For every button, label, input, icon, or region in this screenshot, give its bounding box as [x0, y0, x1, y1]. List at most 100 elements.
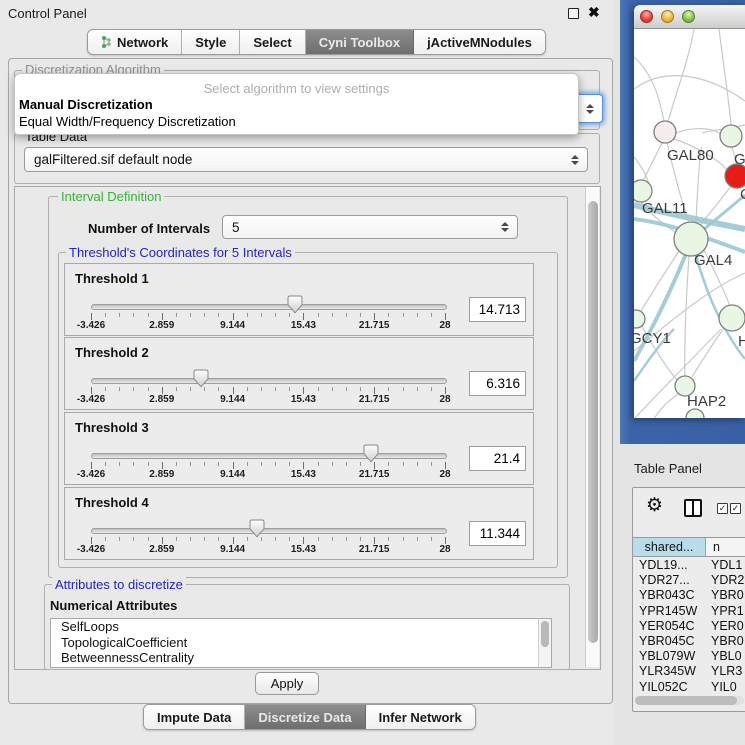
network-window-titlebar[interactable] — [634, 5, 745, 29]
split-columns-icon[interactable] — [684, 499, 702, 517]
node-label-gal80: GAL80 — [667, 147, 714, 164]
number-of-intervals-combobox[interactable]: 5 — [222, 215, 518, 239]
network-edge — [719, 29, 731, 125]
float-window-icon[interactable] — [568, 8, 579, 19]
attribute-list-item[interactable]: SelfLoops — [51, 619, 551, 635]
attribute-list-item[interactable]: BetweennessCentrality — [51, 650, 551, 666]
tab-label: Discretize Data — [258, 710, 351, 725]
slider-tick-labels: -3.4262.8599.14415.4321.71528 — [91, 394, 445, 405]
tab-impute-data[interactable]: Impute Data — [144, 705, 245, 729]
tab-label: Infer Network — [379, 710, 462, 725]
network-edge — [685, 256, 689, 376]
combo-arrows-icon — [571, 155, 579, 165]
checkbox-icon[interactable]: ✓ — [717, 503, 728, 514]
algorithm-combobox[interactable] — [576, 94, 603, 123]
menu-item-equal-width-frequency[interactable]: Equal Width/Frequency Discretization — [15, 113, 578, 130]
tab-discretize-data[interactable]: Discretize Data — [245, 705, 365, 729]
scrollbar-thumb[interactable] — [541, 621, 549, 647]
table-row[interactable]: YBL079WYBL0 — [633, 649, 745, 664]
table-row[interactable]: YBR043CYBR0 — [633, 588, 745, 603]
slider-thumb[interactable] — [287, 295, 303, 314]
tab-network[interactable]: Network — [88, 30, 182, 54]
cell-name: YBR0 — [706, 588, 745, 603]
close-traffic-light-icon[interactable] — [640, 10, 653, 23]
apply-button[interactable]: Apply — [255, 672, 319, 695]
cell-name: YBL0 — [706, 649, 745, 664]
numerical-attributes-list[interactable]: SelfLoopsTopologicalCoefficientBetweenne… — [50, 618, 552, 668]
network-node[interactable] — [686, 409, 704, 418]
tab-label: jActiveMNodules — [427, 35, 532, 50]
network-node-h[interactable] — [719, 305, 745, 331]
scrollbar-thumb[interactable] — [635, 696, 737, 705]
horizontal-scrollbar[interactable] — [635, 696, 744, 705]
table-row[interactable]: YBR045CYBR0 — [633, 634, 745, 649]
threshold-label: Threshold 4 — [75, 495, 149, 510]
cell-shared-name: YBR045C — [633, 634, 706, 649]
gear-icon[interactable]: ⚙ — [646, 496, 663, 515]
tab-jactivemnodules[interactable]: jActiveMNodules — [414, 30, 545, 54]
combo-arrows-icon — [586, 104, 594, 114]
network-edge — [676, 129, 720, 134]
network-canvas[interactable]: GAL80GCGAL11GAL4GCY1HHAP2 — [634, 29, 745, 418]
slider-thumb[interactable] — [249, 519, 265, 538]
minimize-traffic-light-icon[interactable] — [661, 10, 674, 23]
vertical-scrollbar[interactable] — [585, 187, 599, 667]
cell-name: YDL1 — [706, 558, 745, 573]
threshold-value-field[interactable]: 21.4 — [469, 446, 526, 471]
threshold-label: Threshold 1 — [75, 271, 149, 286]
attribute-list-item[interactable]: TopologicalCoefficient — [51, 635, 551, 651]
cyni-bottom-tabbar: Impute Data Discretize Data Infer Network — [143, 704, 476, 730]
tab-label: Impute Data — [157, 710, 231, 725]
tab-select[interactable]: Select — [240, 30, 305, 54]
close-icon[interactable]: ✖ — [588, 4, 600, 21]
control-panel-tabbar: NetworkStyleSelectCyni Toolbox jActiveMNo… — [87, 29, 546, 55]
network-node-c[interactable] — [725, 164, 745, 188]
network-node-gal11[interactable] — [634, 180, 652, 202]
tab-cyni-toolbox[interactable]: Cyni Toolbox — [306, 30, 414, 54]
menu-item-manual-discretization[interactable]: Manual Discretization — [15, 96, 578, 113]
table-row[interactable]: YLR345WYLR3 — [633, 664, 745, 679]
checkbox-icon[interactable]: ✓ — [730, 503, 741, 514]
cell-shared-name: YDL19... — [633, 558, 706, 573]
zoom-traffic-light-icon[interactable] — [682, 10, 695, 23]
column-header-shared-name[interactable]: shared... — [633, 538, 706, 556]
network-view-window[interactable]: GAL80GCGAL11GAL4GCY1HHAP2 — [634, 5, 745, 418]
number-of-intervals-label: Number of Intervals — [88, 221, 210, 236]
table-data-value: galFiltered.sif default node — [34, 152, 192, 167]
threshold-value-field[interactable]: 14.713 — [469, 297, 526, 322]
table-data-combobox[interactable]: galFiltered.sif default node — [24, 147, 588, 172]
threshold-value-field[interactable]: 6.316 — [469, 371, 526, 396]
threshold-label: Threshold 3 — [75, 420, 149, 435]
table-panel-toolbar: ⚙ ✓ ✓ — [633, 488, 745, 537]
number-of-intervals-value: 5 — [232, 220, 240, 235]
cell-shared-name: YIL052C — [633, 680, 706, 695]
network-edge — [692, 328, 724, 377]
scrollbar-thumb[interactable] — [588, 201, 598, 643]
network-edge — [634, 57, 664, 121]
network-node-gal4[interactable] — [674, 222, 708, 256]
table-row[interactable]: YER054CYER0 — [633, 619, 745, 634]
algorithm-dropdown-popup: Select algorithm to view settings Manual… — [14, 73, 579, 135]
cell-name: YPR1 — [706, 604, 745, 619]
slider-thumb[interactable] — [193, 369, 209, 388]
cell-shared-name: YDR27... — [633, 573, 706, 588]
threshold-value-field[interactable]: 11.344 — [469, 521, 526, 546]
slider-thumb[interactable] — [363, 444, 379, 463]
list-scrollbar[interactable] — [538, 619, 551, 667]
table-row[interactable]: YPR145WYPR1 — [633, 604, 745, 619]
panel-title: Control Panel — [8, 6, 87, 21]
network-node-gal80[interactable] — [654, 121, 676, 143]
table-row[interactable]: YIL052CYIL0 — [633, 680, 745, 695]
network-node-g[interactable] — [720, 125, 742, 147]
slider-tick-labels: -3.4262.8599.14415.4321.71528 — [91, 320, 445, 331]
table-row[interactable]: YDL19...YDL1 — [633, 558, 745, 573]
tab-infer-network[interactable]: Infer Network — [366, 705, 475, 729]
network-node-gcy1[interactable] — [634, 310, 645, 328]
column-header-name[interactable]: n — [706, 538, 745, 556]
cell-name: YLR3 — [706, 664, 745, 679]
table-row[interactable]: YDR27...YDR2 — [633, 573, 745, 588]
combo-arrows-icon — [501, 222, 509, 232]
node-label-hap2: HAP2 — [687, 393, 726, 410]
tab-style[interactable]: Style — [182, 30, 240, 54]
table-panel: ⚙ ✓ ✓ shared... n YDL19...YDL1YDR27...YD… — [632, 487, 745, 712]
